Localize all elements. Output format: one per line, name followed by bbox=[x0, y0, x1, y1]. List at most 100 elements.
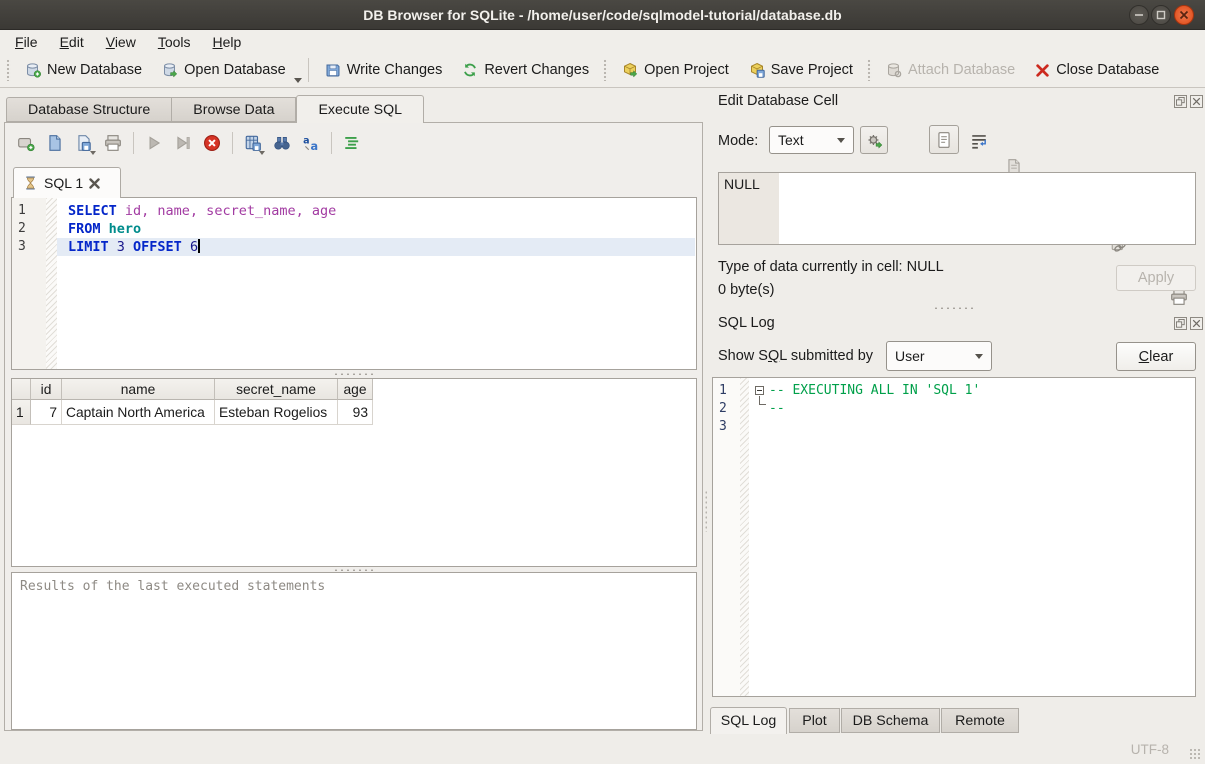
sql-log-filter-select[interactable]: User bbox=[886, 341, 992, 371]
sql-editor[interactable]: 1 2 3 SELECT id, name, secret_name, age … bbox=[11, 197, 697, 370]
cell-age[interactable]: 93 bbox=[338, 400, 373, 425]
bottom-tab-plot[interactable]: Plot bbox=[789, 708, 840, 733]
sql-number: 6 bbox=[182, 239, 198, 255]
cell-id[interactable]: 7 bbox=[31, 400, 62, 425]
save-results-icon bbox=[244, 134, 262, 152]
float-icon bbox=[1176, 319, 1185, 328]
save-sql-file-button[interactable] bbox=[71, 130, 97, 156]
stop-sql-button[interactable] bbox=[199, 130, 225, 156]
word-wrap-button[interactable] bbox=[966, 128, 992, 154]
menubar: File Edit View Tools Help bbox=[0, 30, 1205, 53]
menu-file[interactable]: File bbox=[4, 31, 49, 53]
toolbar-drag-handle[interactable] bbox=[867, 59, 872, 81]
close-tab-icon[interactable] bbox=[89, 178, 100, 189]
save-results-button[interactable] bbox=[240, 130, 266, 156]
close-database-button[interactable]: Close Database bbox=[1025, 56, 1169, 84]
log-line: -- EXECUTING ALL IN 'SQL 1' bbox=[769, 382, 980, 400]
execute-sql-button[interactable] bbox=[141, 130, 167, 156]
print-sql-button[interactable] bbox=[100, 130, 126, 156]
hourglass-icon bbox=[23, 175, 38, 191]
autocomplete-icon: a a bbox=[302, 134, 320, 152]
open-sql-file-button[interactable] bbox=[42, 130, 68, 156]
column-header-id[interactable]: id bbox=[31, 379, 62, 400]
save-project-button[interactable]: Save Project bbox=[739, 56, 863, 84]
menu-tools[interactable]: Tools bbox=[147, 31, 202, 53]
close-database-label: Close Database bbox=[1056, 62, 1159, 78]
cell-mode-select[interactable]: Text bbox=[769, 126, 854, 154]
fold-marker-icon[interactable] bbox=[755, 386, 764, 395]
cell-secret-name[interactable]: Esteban Rogelios bbox=[215, 400, 338, 425]
open-database-label: Open Database bbox=[184, 62, 286, 78]
sql-tab-label: SQL 1 bbox=[44, 175, 83, 191]
fold-margin bbox=[46, 198, 57, 369]
float-dock-button[interactable] bbox=[1174, 317, 1187, 330]
bottom-tab-sql-log[interactable]: SQL Log bbox=[710, 707, 787, 734]
cell-name[interactable]: Captain North America bbox=[62, 400, 215, 425]
new-database-button[interactable]: New Database bbox=[15, 56, 152, 84]
tab-execute-sql[interactable]: Execute SQL bbox=[296, 95, 424, 123]
auto-completion-button[interactable]: a a bbox=[298, 130, 324, 156]
bottom-tab-db-schema[interactable]: DB Schema bbox=[841, 708, 940, 733]
open-database-dropdown-icon[interactable] bbox=[294, 78, 302, 83]
execution-results-message: Results of the last executed statements bbox=[11, 572, 697, 730]
open-project-icon bbox=[622, 62, 638, 78]
table-row[interactable]: 1 7 Captain North America Esteban Rogeli… bbox=[12, 400, 696, 425]
log-fold-margin bbox=[740, 378, 749, 696]
resize-grip[interactable] bbox=[1189, 748, 1201, 760]
bottom-tab-remote[interactable]: Remote bbox=[941, 708, 1019, 733]
close-dock-button[interactable] bbox=[1190, 95, 1203, 108]
close-icon bbox=[1192, 319, 1201, 328]
cell-value-editor[interactable]: NULL bbox=[718, 172, 1196, 245]
toolbar-separator bbox=[308, 58, 309, 82]
format-sql-button[interactable] bbox=[339, 130, 365, 156]
splitter-handle[interactable] bbox=[11, 371, 697, 376]
format-lines-icon bbox=[343, 134, 361, 152]
close-button[interactable] bbox=[1174, 5, 1194, 25]
find-replace-button[interactable] bbox=[269, 130, 295, 156]
tab-browse-data[interactable]: Browse Data bbox=[172, 97, 296, 122]
apply-button[interactable]: Apply bbox=[1116, 265, 1196, 291]
sql-log-view[interactable]: 1 2 3 -- EXECUTING ALL IN 'SQL 1' -- bbox=[712, 377, 1196, 697]
sql-document-tab[interactable]: SQL 1 bbox=[13, 167, 121, 198]
auto-apply-button[interactable] bbox=[860, 126, 888, 154]
filter-selected-value: User bbox=[895, 348, 925, 364]
open-database-button[interactable]: Open Database bbox=[152, 56, 296, 84]
titlebar: DB Browser for SQLite - /home/user/code/… bbox=[0, 0, 1205, 30]
grid-corner bbox=[12, 379, 31, 400]
binoculars-icon bbox=[273, 134, 291, 152]
minimize-button[interactable] bbox=[1129, 5, 1149, 25]
column-header-age[interactable]: age bbox=[338, 379, 373, 400]
execute-current-line-button[interactable] bbox=[170, 130, 196, 156]
open-project-button[interactable]: Open Project bbox=[612, 56, 739, 84]
dock-splitter-handle[interactable] bbox=[712, 305, 1196, 310]
toolbar-drag-handle[interactable] bbox=[6, 59, 11, 81]
revert-changes-button[interactable]: Revert Changes bbox=[452, 56, 599, 84]
sql-editor-toolbar: a a bbox=[13, 128, 365, 158]
float-dock-button[interactable] bbox=[1174, 95, 1187, 108]
menu-edit[interactable]: Edit bbox=[49, 31, 95, 53]
toolbar-drag-handle[interactable] bbox=[603, 59, 608, 81]
edit-cell-dock-title: Edit Database Cell bbox=[718, 93, 838, 109]
write-changes-icon bbox=[325, 62, 341, 78]
open-database-icon bbox=[162, 62, 178, 78]
tab-database-structure[interactable]: Database Structure bbox=[6, 97, 172, 122]
text-mode-button[interactable] bbox=[929, 125, 959, 154]
column-header-name[interactable]: name bbox=[62, 379, 215, 400]
clear-log-button[interactable]: Clear bbox=[1116, 342, 1196, 371]
cell-value: NULL bbox=[724, 176, 760, 192]
column-header-secret-name[interactable]: secret_name bbox=[215, 379, 338, 400]
save-file-dropdown-icon bbox=[90, 151, 96, 155]
main-tab-bar: Database Structure Browse Data Execute S… bbox=[6, 95, 424, 122]
menu-help[interactable]: Help bbox=[202, 31, 253, 53]
maximize-button[interactable] bbox=[1151, 5, 1171, 25]
stop-icon bbox=[203, 134, 221, 152]
close-dock-button[interactable] bbox=[1190, 317, 1203, 330]
menu-view[interactable]: View bbox=[95, 31, 147, 53]
write-changes-button[interactable]: Write Changes bbox=[315, 56, 453, 84]
dock-resize-handle[interactable] bbox=[705, 490, 707, 532]
results-grid[interactable]: id name secret_name age 1 7 Captain Nort… bbox=[11, 378, 697, 567]
open-sql-tab-button[interactable] bbox=[13, 130, 39, 156]
sql-number: 3 bbox=[109, 239, 133, 255]
toolbar-separator bbox=[133, 132, 134, 154]
attach-database-button[interactable]: Attach Database bbox=[876, 56, 1025, 84]
